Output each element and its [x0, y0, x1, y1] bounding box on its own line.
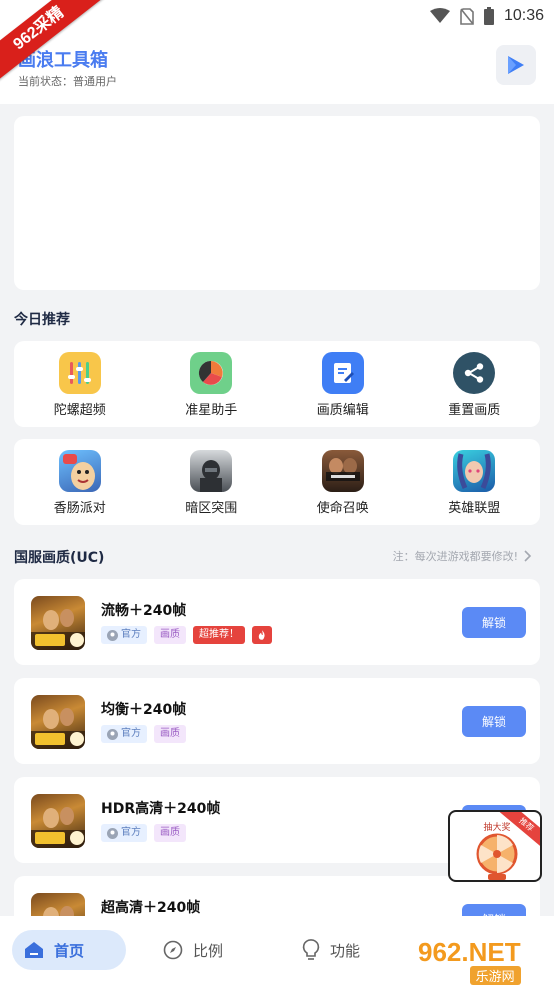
home-icon: [25, 942, 43, 958]
tag-label: 官方: [121, 629, 141, 640]
preset-name: HDR高清＋240帧: [101, 801, 221, 817]
preset-section-note[interactable]: 注：每次进游戏都要修改!: [393, 548, 532, 564]
nav-label: 首页: [54, 941, 85, 960]
preset-note-text: 注：每次进游戏都要修改!: [392, 550, 518, 563]
preset-name: 均衡＋240帧: [101, 702, 187, 718]
preset-section-title: 国服画质(UC): [14, 550, 105, 566]
banner[interactable]: [14, 116, 540, 290]
lottery-float-widget[interactable]: 推荐 抽大奖: [448, 810, 542, 882]
preset-name: 超高清＋240帧: [101, 900, 201, 916]
tag-label: 官方: [121, 827, 141, 838]
avatar-icon: [107, 827, 118, 839]
pubg-thumbnail: [31, 794, 85, 848]
game-grid: 香肠派对 暗区突围 使命召唤 英雄联盟: [14, 439, 540, 525]
tool-label: 陀螺超频: [53, 403, 106, 418]
game-sausage-party[interactable]: 香肠派对: [14, 439, 146, 525]
play-icon: [508, 56, 524, 74]
tool-reset-quality[interactable]: 重置画质: [409, 341, 541, 427]
tool-gyro-overclock[interactable]: 陀螺超频: [14, 341, 146, 427]
battery-icon: [483, 7, 494, 25]
sausage-party-icon: [58, 450, 101, 492]
user-status: 当前状态：普通用户: [18, 75, 117, 88]
watermark-main: 962.NET: [418, 937, 521, 967]
site-watermark: 962.NET 乐游网: [418, 937, 521, 985]
game-label: 暗区突围: [185, 501, 238, 516]
crosshair-pie-icon: [190, 352, 233, 394]
game-label: 使命召唤: [316, 501, 369, 516]
unlock-button[interactable]: 解锁: [462, 706, 526, 737]
tool-quality-edit[interactable]: 画质编辑: [277, 341, 409, 427]
nav-home[interactable]: 首页: [12, 930, 126, 970]
game-arena-breakout[interactable]: 暗区突围: [146, 439, 278, 525]
tool-crosshair-helper[interactable]: 准星助手: [146, 341, 278, 427]
lightbulb-icon: [302, 939, 320, 960]
nav-ratio[interactable]: 比例: [163, 930, 223, 970]
status-icons: 10:36: [429, 5, 544, 27]
preset-card: 流畅＋240帧 官方 画质 超推荐！ 解锁: [14, 579, 540, 665]
tag-highly-recommended: 超推荐！: [193, 626, 245, 644]
preset-card: 均衡＋240帧 官方 画质 解锁: [14, 678, 540, 764]
tag-quality: 画质: [154, 626, 186, 644]
wifi-icon: [429, 8, 450, 23]
chevron-right-icon: [524, 550, 532, 562]
tag-label: 官方: [121, 728, 141, 739]
avatar-icon: [107, 728, 118, 740]
tag-quality: 画质: [154, 824, 186, 842]
avatar-icon: [107, 629, 118, 641]
tag-official: 官方: [101, 626, 147, 644]
fire-icon: [252, 626, 272, 644]
unlock-button[interactable]: 解锁: [462, 607, 526, 638]
watermark-sub: 乐游网: [469, 966, 521, 985]
no-sim-icon: [460, 7, 474, 25]
pubg-thumbnail: [31, 695, 85, 749]
game-call-of-duty[interactable]: 使命召唤: [277, 439, 409, 525]
call-of-duty-icon: [321, 450, 364, 492]
today-section-title: 今日推荐: [14, 312, 70, 328]
nav-label: 功能: [330, 941, 361, 960]
preset-name: 流畅＋240帧: [101, 603, 187, 619]
play-button[interactable]: [496, 45, 536, 85]
preset-tags: 官方 画质 超推荐！: [101, 626, 272, 644]
tool-grid: 陀螺超频 准星助手 画质编辑 重置画质: [14, 341, 540, 427]
tool-label: 重置画质: [448, 403, 501, 418]
gyro-icon: [58, 352, 101, 394]
tag-quality: 画质: [154, 725, 186, 743]
compass-icon: [163, 940, 183, 960]
game-label: 英雄联盟: [448, 501, 501, 516]
nav-features[interactable]: 功能: [302, 930, 360, 970]
pubg-thumbnail: [31, 596, 85, 650]
prize-wheel-icon: [476, 833, 518, 880]
edit-icon: [321, 352, 364, 394]
preset-tags: 官方 画质: [101, 824, 186, 842]
nav-label: 比例: [193, 941, 224, 960]
tag-official: 官方: [101, 824, 147, 842]
status-time: 10:36: [503, 7, 544, 24]
preset-tags: 官方 画质: [101, 725, 186, 743]
game-league-of-legends[interactable]: 英雄联盟: [409, 439, 541, 525]
league-of-legends-icon: [453, 450, 496, 492]
tool-label: 画质编辑: [316, 403, 369, 418]
game-label: 香肠派对: [53, 501, 106, 516]
share-icon: [453, 352, 496, 394]
tool-label: 准星助手: [185, 403, 238, 418]
app-header: 画浪工具箱 当前状态：普通用户: [0, 32, 554, 104]
tag-official: 官方: [101, 725, 147, 743]
arena-breakout-icon: [190, 450, 233, 492]
